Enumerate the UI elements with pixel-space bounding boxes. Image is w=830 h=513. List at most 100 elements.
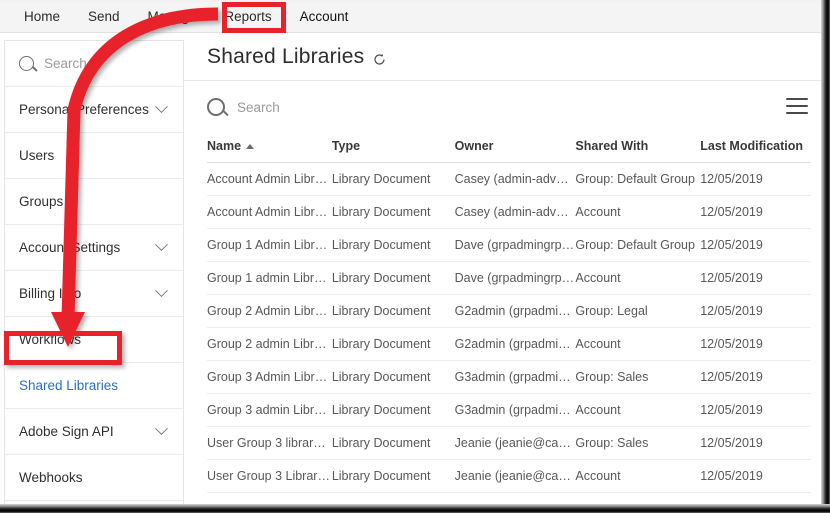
cell-type: Library Document	[331, 426, 455, 460]
column-header-type[interactable]: Type	[331, 133, 455, 163]
sidebar-item-label: Account Settings	[19, 240, 121, 255]
sidebar-item-shared-libraries[interactable]: Shared Libraries	[5, 363, 183, 409]
chevron-down-icon	[155, 238, 168, 252]
cell-name: Group 3 admin Librar...	[207, 393, 332, 427]
search-icon	[207, 98, 225, 116]
sidebar-item-label: Users	[19, 148, 55, 163]
frame-top-edge	[0, 0, 830, 2]
column-header-shared-with[interactable]: Shared With	[575, 133, 701, 163]
column-header-last-modification[interactable]: Last Modification	[700, 133, 811, 163]
sidebar-item-groups[interactable]: Groups	[5, 179, 183, 225]
cell-owner: Casey (admin-adv@ic...	[454, 162, 576, 196]
table-row[interactable]: Account Admin Librar... Library Document C…	[207, 162, 811, 196]
sidebar-search-placeholder: Search	[44, 56, 87, 71]
search-icon	[19, 56, 34, 71]
cell-last-modification: 12/05/2019	[700, 327, 811, 361]
sidebar-item-label: Webhooks	[19, 470, 83, 485]
sidebar-search[interactable]: Search	[5, 41, 183, 87]
chevron-down-icon	[155, 422, 168, 436]
cell-last-modification: 12/05/2019	[700, 360, 811, 394]
column-header-owner[interactable]: Owner	[454, 133, 576, 163]
cell-owner: Dave (grpadmingrp1a...	[454, 228, 576, 262]
cell-owner: G2admin (grpadmingr...	[454, 294, 576, 328]
cell-shared-with: Group: Legal	[575, 294, 701, 328]
sidebar-item-label: Personal Preferences	[19, 102, 149, 117]
sort-ascending-icon	[246, 144, 255, 149]
table-row[interactable]: Account Admin Librar... Library Document C…	[207, 195, 811, 229]
hamburger-menu-icon[interactable]	[786, 98, 808, 114]
table-head: Name Type Owner Shared With Last Modific…	[207, 133, 811, 163]
cell-owner: Dave (grpadmingrp1a...	[454, 261, 576, 295]
cell-name: Group 3 Admin Librar...	[207, 360, 332, 394]
sidebar-item-webhooks[interactable]: Webhooks	[5, 455, 183, 501]
table-row[interactable]: User Group 3 library t... Library Documen…	[207, 426, 811, 460]
cell-type: Library Document	[331, 162, 455, 196]
cell-name: User Group 3 library t...	[207, 426, 332, 460]
cell-name: Group 1 Admin Librar...	[207, 228, 332, 262]
cell-name: Group 2 admin Librar...	[207, 327, 332, 361]
cell-type: Library Document	[331, 195, 455, 229]
cell-owner: Jeanie (jeanie@caseyj...	[454, 426, 576, 460]
cell-last-modification: 12/05/2019	[700, 261, 811, 295]
sidebar-item-label: Groups	[19, 194, 64, 209]
cell-name: Account Admin Librar...	[207, 195, 332, 229]
sidebar-item-label: Shared Libraries	[19, 378, 119, 393]
table-row[interactable]: User Group 3 Library T... Library Documen…	[207, 459, 811, 493]
cell-owner: G2admin (grpadmingr...	[454, 327, 576, 361]
table-body: Account Admin Librar... Library Document C…	[207, 162, 811, 493]
sidebar-item-billing-info[interactable]: Billing Info	[5, 271, 183, 317]
account-tab-highlight-box	[222, 2, 286, 33]
table-row[interactable]: Group 3 Admin Librar... Library Document G…	[207, 360, 811, 394]
cell-name: Group 1 admin Library...	[207, 261, 332, 295]
cell-shared-with: Group: Sales	[575, 426, 701, 460]
cell-shared-with: Account	[575, 261, 701, 295]
shared-libraries-table: Name Type Owner Shared With Last Modific…	[207, 133, 811, 493]
top-navigation-bar: Home Send Manage Reports Account	[0, 0, 830, 33]
table-row[interactable]: Group 3 admin Librar... Library Document G…	[207, 393, 811, 427]
sidebar-item-adobe-sign-api[interactable]: Adobe Sign API	[5, 409, 183, 455]
sidebar-item-account-settings[interactable]: Account Settings	[5, 225, 183, 271]
cell-type: Library Document	[331, 360, 455, 394]
table-row[interactable]: Group 1 admin Library... Library Document…	[207, 261, 811, 295]
page-header: Shared Libraries	[184, 34, 821, 81]
cell-name: Account Admin Librar...	[207, 162, 332, 196]
cell-owner: G3admin (grpadmingr...	[454, 393, 576, 427]
sidebar-item-label: Billing Info	[19, 286, 82, 301]
cell-last-modification: 12/05/2019	[700, 426, 811, 460]
nav-item-send[interactable]: Send	[74, 0, 134, 33]
chevron-down-icon	[155, 100, 168, 114]
nav-item-account[interactable]: Account	[286, 0, 363, 33]
cell-shared-with: Group: Sales	[575, 360, 701, 394]
chevron-down-icon	[155, 284, 168, 298]
nav-item-manage[interactable]: Manage	[134, 0, 211, 33]
library-search-bar[interactable]: Search	[184, 81, 821, 133]
page-title: Shared Libraries	[207, 45, 365, 68]
table-header-row: Name Type Owner Shared With Last Modific…	[207, 133, 811, 163]
menu-line	[786, 112, 808, 114]
column-header-name[interactable]: Name	[207, 133, 332, 163]
table-row[interactable]: Group 2 admin Librar... Library Document G…	[207, 327, 811, 361]
cell-owner: Jeanie (jeanie@caseyj...	[454, 459, 576, 493]
cell-shared-with: Account	[575, 195, 701, 229]
account-sidebar: Search Personal Preferences Users Groups…	[4, 40, 184, 508]
table-row[interactable]: Group 2 Admin Librar... Library Document G…	[207, 294, 811, 328]
cell-type: Library Document	[331, 393, 455, 427]
cell-shared-with: Group: Default Group	[575, 162, 701, 196]
refresh-icon[interactable]	[373, 53, 386, 66]
screenshot-frame: Home Send Manage Reports Account Search …	[0, 0, 830, 513]
cell-type: Library Document	[331, 261, 455, 295]
cell-last-modification: 12/05/2019	[700, 162, 811, 196]
sidebar-item-personal-preferences[interactable]: Personal Preferences	[5, 87, 183, 133]
cell-shared-with: Account	[575, 393, 701, 427]
cell-owner: Casey (admin-adv@ic...	[454, 195, 576, 229]
table-row[interactable]: Group 1 Admin Librar... Library Document D…	[207, 228, 811, 262]
cell-type: Library Document	[331, 228, 455, 262]
sidebar-item-users[interactable]: Users	[5, 133, 183, 179]
nav-item-home[interactable]: Home	[10, 0, 74, 33]
cell-owner: G3admin (grpadmingr...	[454, 360, 576, 394]
libraries-table-wrapper: Name Type Owner Shared With Last Modific…	[184, 133, 821, 493]
cell-shared-with: Account	[575, 327, 701, 361]
cell-last-modification: 12/05/2019	[700, 228, 811, 262]
cell-last-modification: 12/05/2019	[700, 294, 811, 328]
shared-libraries-panel: Shared Libraries Search Name Type Owner …	[184, 34, 821, 508]
